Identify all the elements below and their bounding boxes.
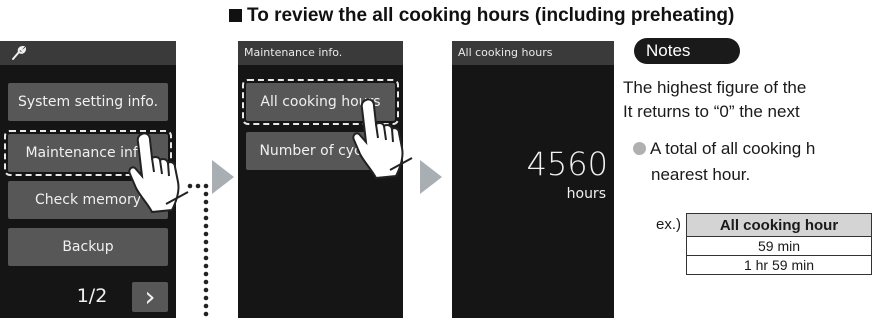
chevron-right-icon: ›: [144, 280, 156, 313]
table-row: 59 min: [686, 236, 872, 256]
table-header-row: All cooking hour: [686, 213, 872, 237]
square-bullet-icon: [229, 9, 242, 22]
screen-all-cooking-hours: All cooking hours 4560 hours: [452, 41, 614, 318]
table-row: 1 hr 59 min: [686, 255, 872, 275]
dotted-leader-line: [187, 183, 209, 317]
tap-hand-icon: [128, 132, 189, 214]
step-arrow-icon: [420, 160, 442, 194]
heading-text: To review the all cooking hours (includi…: [247, 5, 735, 26]
system-setting-info-button[interactable]: System setting info.: [8, 83, 168, 121]
cooking-hours-unit: hours: [566, 186, 606, 202]
table-cell: 1 hr 59 min: [686, 255, 872, 275]
tap-hand-icon: [352, 98, 413, 180]
notes-label: Notes: [634, 38, 740, 64]
table-header-cell: All cooking hour: [686, 213, 872, 237]
table-cell: 59 min: [686, 236, 872, 256]
backup-button[interactable]: Backup: [8, 228, 168, 266]
example-prefix: ex.): [656, 216, 682, 233]
step-arrow-icon: [212, 160, 234, 194]
notes-line-1: The highest figure of the: [623, 78, 807, 97]
next-page-button[interactable]: ›: [132, 282, 168, 312]
page-indicator: 1/2: [76, 285, 108, 307]
screen-title: Maintenance info.: [238, 41, 403, 65]
section-heading: To review the all cooking hours (includi…: [229, 5, 734, 27]
wrench-icon: [12, 45, 26, 60]
notes-bullet: A total of all cooking h: [633, 139, 815, 159]
screen-title: All cooking hours: [452, 41, 614, 65]
notes-line-2: It returns to “0” the next: [623, 102, 800, 121]
notes-bullet-text: A total of all cooking h: [650, 139, 816, 158]
screen-header: [0, 41, 176, 65]
example-table: All cooking hour 59 min 1 hr 59 min: [686, 213, 872, 275]
notes-bullet-line-2: nearest hour.: [651, 165, 751, 184]
bullet-icon: [633, 142, 646, 155]
cooking-hours-value: 4560: [526, 145, 608, 183]
